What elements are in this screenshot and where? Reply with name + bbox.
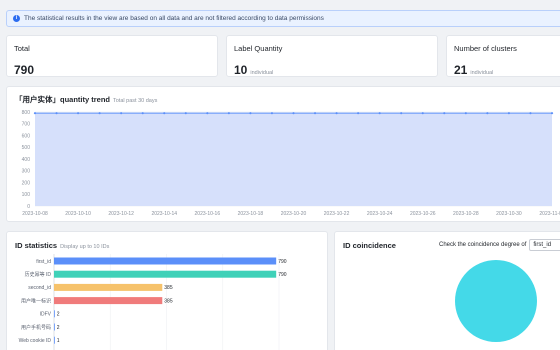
trend-point — [270, 112, 274, 115]
bar-value-label: 790 — [278, 272, 287, 278]
trend-point — [464, 112, 467, 115]
notice-text: The statistical results in the view are … — [24, 15, 324, 22]
x-tick-label: 2023-10-14 — [151, 211, 177, 217]
stat-unit: individual — [470, 70, 494, 76]
coincidence-title: ID coincidence — [343, 241, 396, 250]
y-tick-label: 0 — [27, 204, 30, 210]
bar-value-label: 385 — [164, 285, 173, 291]
bar — [54, 336, 55, 344]
trend-point — [98, 112, 101, 115]
y-tick-label: 400 — [22, 157, 31, 163]
bar — [54, 297, 163, 305]
x-tick-label: 2023-10-24 — [367, 211, 393, 217]
trend-point — [486, 112, 489, 115]
stat-number: 21 — [454, 63, 468, 77]
x-tick-label: 2023-10-10 — [65, 211, 91, 217]
trend-point — [33, 112, 37, 115]
bar-category-label: Web cookie ID — [19, 338, 52, 344]
stat-value: 790 — [14, 63, 34, 77]
id-statistics-panel: ID statistics Display up to 10 IDs first_… — [6, 231, 328, 350]
x-tick-label: 2023-10-12 — [108, 211, 134, 217]
bar-category-label: second_id — [28, 285, 51, 291]
x-tick-label: 2023-10-16 — [195, 211, 221, 217]
y-tick-label: 800 — [22, 110, 31, 116]
y-tick-label: 500 — [22, 145, 31, 151]
stat-card-total: Total 790 — [6, 35, 218, 77]
x-tick-label: 2023-10-20 — [281, 211, 307, 217]
trend-point — [76, 112, 80, 115]
trend-point — [184, 112, 187, 115]
bar — [54, 270, 277, 278]
stat-label: Total — [14, 44, 30, 53]
trend-point — [292, 112, 295, 115]
stat-value: 21 individual — [454, 63, 493, 77]
x-tick-label: 2023-10-08 — [22, 211, 48, 217]
stat-unit: individual — [250, 70, 274, 76]
x-tick-label: 2023-10-26 — [410, 211, 436, 217]
bar-category-label: first_id — [36, 259, 51, 265]
trend-point — [378, 112, 381, 115]
trend-point — [249, 112, 252, 115]
bar-category-label: 用户唯一标识 — [21, 297, 51, 304]
coincidence-pie-chart — [455, 260, 537, 342]
trend-point — [529, 112, 532, 115]
trend-area — [35, 113, 552, 206]
info-icon: i — [13, 15, 20, 22]
y-tick-label: 600 — [22, 133, 31, 139]
coincidence-control: Check the coincidence degree of first_id — [439, 239, 560, 251]
y-tick-label: 100 — [22, 192, 31, 198]
quantity-trend-panel: 「用户实体」quantity trend Total past 30 days 0… — [6, 86, 560, 222]
y-tick-label: 700 — [22, 122, 31, 128]
bar-value-label: 2 — [57, 325, 60, 331]
coincidence-check-label: Check the coincidence degree of — [439, 242, 527, 248]
trend-point — [55, 112, 58, 115]
id-statistics-chart: first_id 790 历史幂等 ID 790 second_id 385 用户唯一标识 3… — [19, 254, 287, 350]
stat-value: 10 individual — [234, 63, 273, 77]
bar-category-label: IDFV — [40, 312, 52, 318]
bar-value-label: 1 — [57, 338, 60, 344]
bar — [54, 323, 55, 331]
bar — [54, 257, 277, 265]
bar — [54, 283, 163, 291]
trend-point — [227, 112, 230, 115]
bar-value-label: 385 — [164, 298, 173, 304]
stat-label: Number of clusters — [454, 44, 517, 53]
trend-point — [335, 112, 338, 115]
trend-point — [206, 112, 209, 115]
trend-point — [163, 112, 166, 115]
x-tick-label: 2023-10-22 — [324, 211, 350, 217]
bar-value-label: 2 — [57, 312, 60, 318]
stat-label: Label Quantity — [234, 44, 283, 53]
y-tick-label: 200 — [22, 180, 31, 186]
x-tick-label: 2023-10-28 — [453, 211, 479, 217]
id-coincidence-panel: ID coincidence Check the coincidence deg… — [334, 231, 560, 350]
stat-number: 10 — [234, 63, 248, 77]
stat-number: 790 — [14, 63, 35, 77]
trend-point — [141, 112, 144, 115]
trend-chart: 0 100 200 300 400 500 600 700 800 2023-10-08 2023-… — [22, 110, 560, 217]
data-permission-notice: i The statistical results in the view ar… — [6, 10, 560, 27]
x-tick-label: 2023-10-18 — [238, 211, 264, 217]
trend-point — [421, 112, 424, 115]
x-tick-label: 2023-10-30 — [496, 211, 522, 217]
trend-point — [507, 112, 511, 115]
bar-category-label: 用户手机号码 — [21, 324, 51, 331]
y-tick-label: 300 — [22, 169, 31, 175]
bar-category-label: 历史幂等 ID — [25, 271, 52, 278]
x-tick-label: 2023-11-01 — [539, 211, 560, 217]
stat-card-label-quantity: Label Quantity 10 individual — [226, 35, 438, 77]
trend-point — [550, 112, 554, 115]
bar — [54, 310, 55, 318]
trend-point — [357, 112, 360, 115]
id-type-select[interactable]: first_id — [529, 239, 560, 251]
trend-point — [120, 112, 123, 115]
trend-point — [400, 112, 403, 115]
trend-point — [313, 112, 317, 115]
stat-card-clusters: Number of clusters 21 individual — [446, 35, 560, 77]
trend-point — [443, 112, 446, 115]
bar-value-label: 790 — [278, 259, 287, 265]
